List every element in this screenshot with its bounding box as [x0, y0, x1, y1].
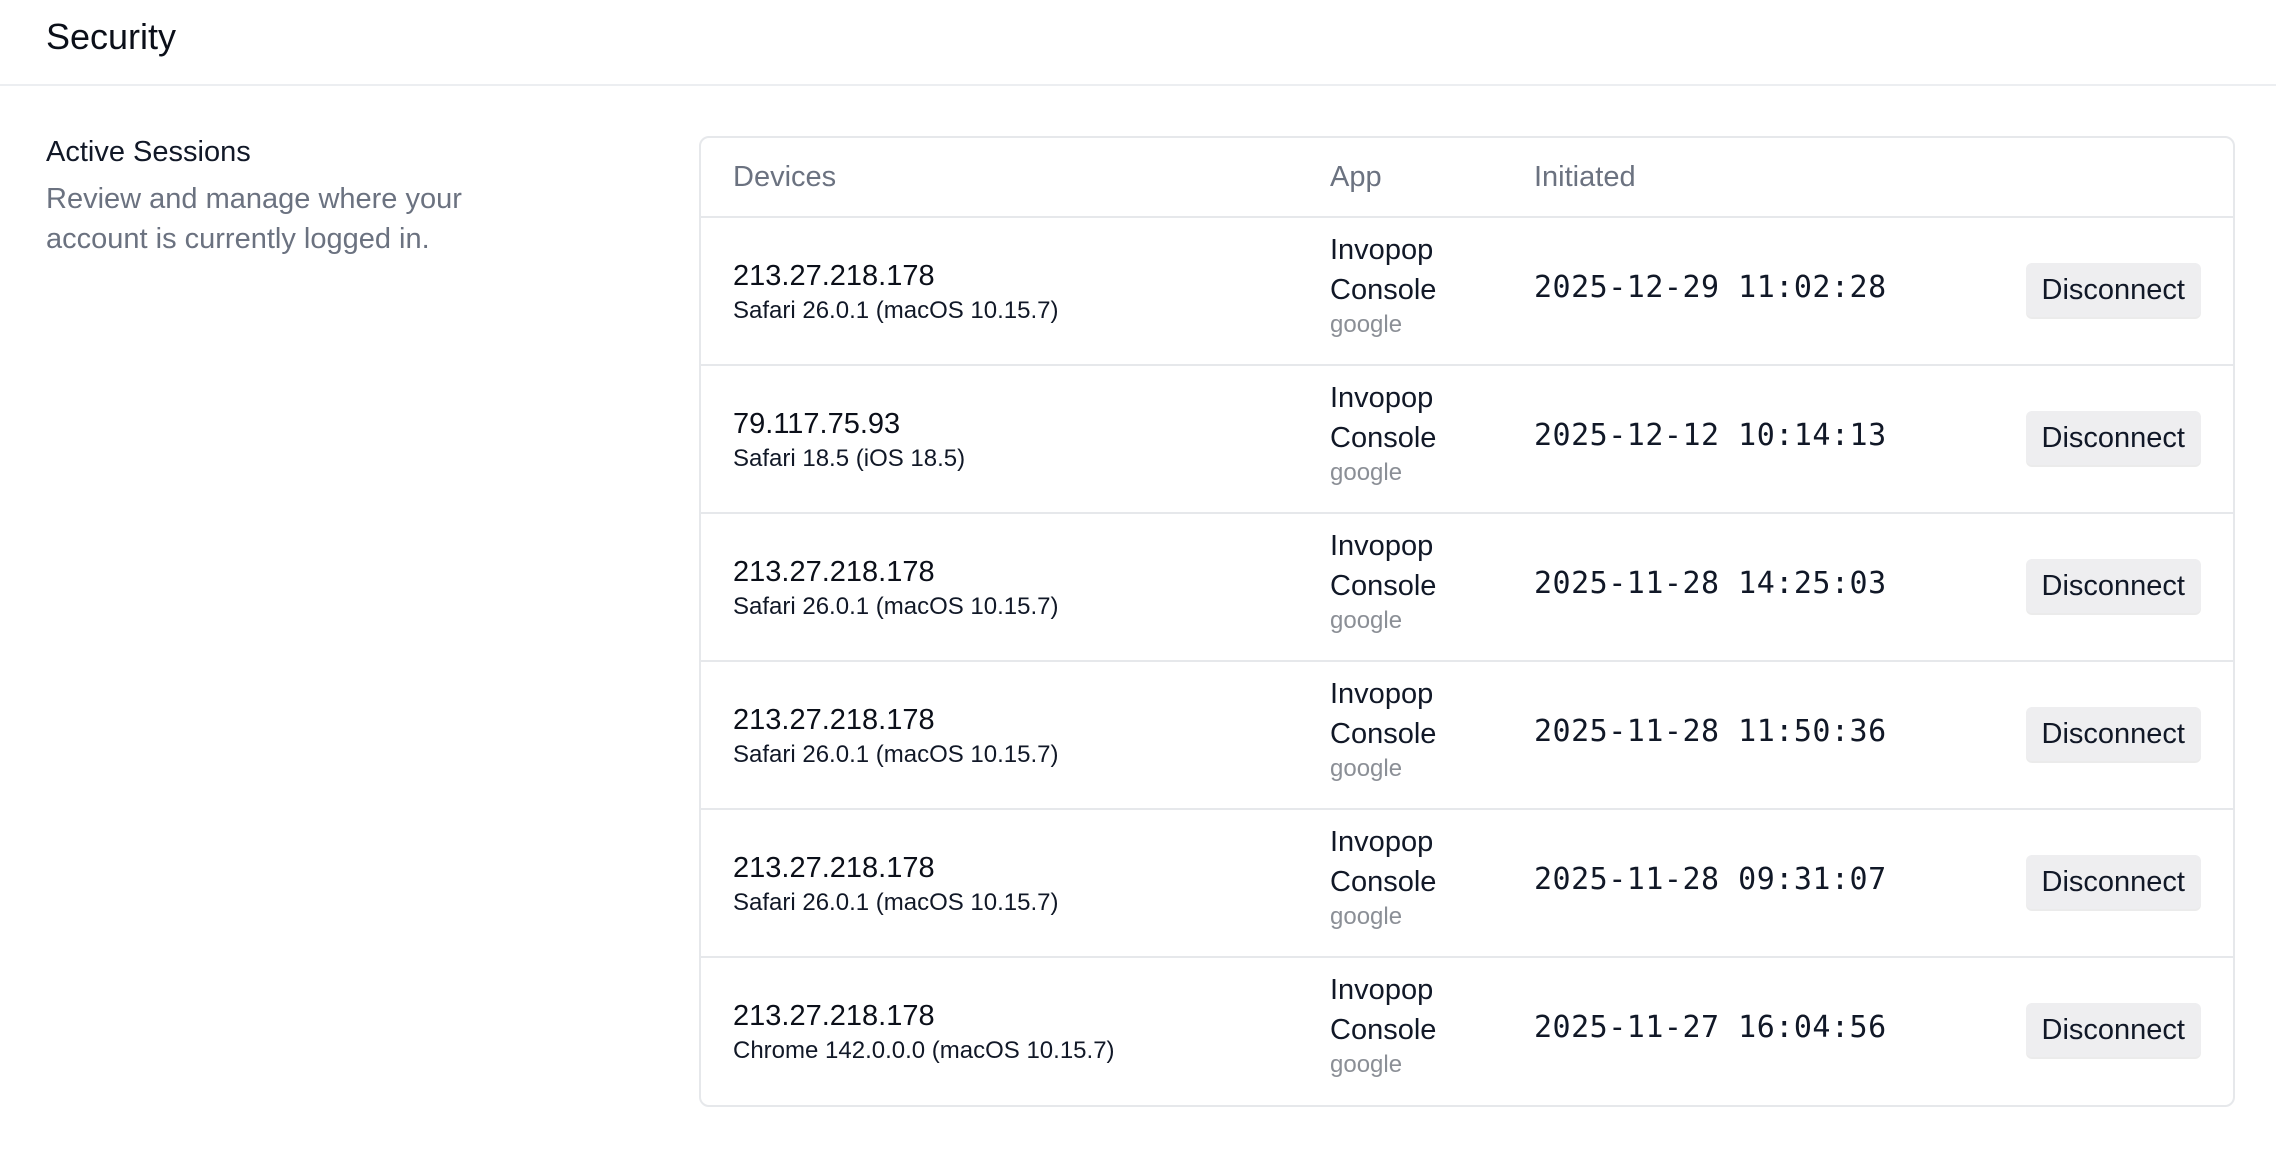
sessions-table: Devices App Initiated 213.27.218.178 Saf… — [699, 136, 2235, 1107]
app-name: Invopop Console — [1330, 974, 1437, 1046]
app-provider: google — [1330, 1051, 1403, 1078]
disconnect-button[interactable]: Disconnect — [2025, 1003, 2201, 1057]
app-provider: google — [1330, 607, 1403, 634]
device-browser: Safari 26.0.1 (macOS 10.15.7) — [733, 593, 1059, 620]
disconnect-button[interactable]: Disconnect — [2025, 855, 2201, 909]
table-row: 213.27.218.178 Safari 26.0.1 (macOS 10.1… — [701, 810, 2233, 958]
disconnect-button[interactable]: Disconnect — [2025, 707, 2201, 761]
app-cell: Invopop Console google — [1330, 526, 1490, 636]
section-info: Active Sessions Review and manage where … — [46, 136, 566, 259]
device-ip: 213.27.218.178 — [733, 556, 935, 588]
device-browser: Chrome 142.0.0.0 (macOS 10.15.7) — [733, 1037, 1115, 1064]
page-title: Security — [46, 16, 177, 57]
table-header: Devices App Initiated — [701, 138, 2233, 218]
device-ip: 213.27.218.178 — [733, 852, 935, 884]
app-cell: Invopop Console google — [1330, 674, 1490, 784]
device-cell: 213.27.218.178 Safari 26.0.1 (macOS 10.1… — [733, 702, 1059, 772]
device-cell: 213.27.218.178 Safari 26.0.1 (macOS 10.1… — [733, 258, 1059, 328]
app-name: Invopop Console — [1330, 678, 1437, 750]
device-ip: 213.27.218.178 — [733, 260, 935, 292]
app-cell: Invopop Console google — [1330, 230, 1490, 340]
table-row: 79.117.75.93 Safari 18.5 (iOS 18.5) Invo… — [701, 366, 2233, 514]
device-browser: Safari 18.5 (iOS 18.5) — [733, 445, 966, 472]
initiated-timestamp: 2025-11-28 09:31:07 — [1534, 862, 1887, 897]
app-cell: Invopop Console google — [1330, 822, 1490, 932]
disconnect-button[interactable]: Disconnect — [2025, 559, 2201, 613]
column-header-initiated: Initiated — [1534, 160, 1636, 193]
initiated-timestamp: 2025-11-27 16:04:56 — [1534, 1010, 1887, 1045]
device-ip: 79.117.75.93 — [733, 408, 901, 440]
app-cell: Invopop Console google — [1330, 378, 1490, 488]
table-row: 213.27.218.178 Safari 26.0.1 (macOS 10.1… — [701, 514, 2233, 662]
device-ip: 213.27.218.178 — [733, 1000, 935, 1032]
app-provider: google — [1330, 903, 1403, 930]
disconnect-button[interactable]: Disconnect — [2025, 263, 2201, 317]
app-provider: google — [1330, 755, 1403, 782]
table-row: 213.27.218.178 Chrome 142.0.0.0 (macOS 1… — [701, 958, 2233, 1105]
device-cell: 213.27.218.178 Safari 26.0.1 (macOS 10.1… — [733, 850, 1059, 920]
table-row: 213.27.218.178 Safari 26.0.1 (macOS 10.1… — [701, 218, 2233, 366]
app-cell: Invopop Console google — [1330, 970, 1490, 1080]
page-header: Security — [0, 0, 2276, 86]
column-header-devices: Devices — [733, 160, 837, 193]
section-heading: Active Sessions — [46, 136, 251, 168]
column-header-app: App — [1330, 160, 1382, 193]
disconnect-button[interactable]: Disconnect — [2025, 411, 2201, 465]
device-browser: Safari 26.0.1 (macOS 10.15.7) — [733, 889, 1059, 916]
device-browser: Safari 26.0.1 (macOS 10.15.7) — [733, 741, 1059, 768]
initiated-timestamp: 2025-11-28 14:25:03 — [1534, 566, 1887, 601]
device-cell: 213.27.218.178 Chrome 142.0.0.0 (macOS 1… — [733, 998, 1115, 1068]
app-name: Invopop Console — [1330, 382, 1437, 454]
initiated-timestamp: 2025-12-29 11:02:28 — [1534, 270, 1887, 305]
table-row: 213.27.218.178 Safari 26.0.1 (macOS 10.1… — [701, 662, 2233, 810]
device-ip: 213.27.218.178 — [733, 704, 935, 736]
app-name: Invopop Console — [1330, 530, 1437, 602]
device-browser: Safari 26.0.1 (macOS 10.15.7) — [733, 297, 1059, 324]
section-description: Review and manage where your account is … — [46, 183, 462, 255]
app-provider: google — [1330, 311, 1403, 338]
app-name: Invopop Console — [1330, 826, 1437, 898]
app-provider: google — [1330, 459, 1403, 486]
device-cell: 79.117.75.93 Safari 18.5 (iOS 18.5) — [733, 406, 965, 476]
app-name: Invopop Console — [1330, 234, 1437, 306]
initiated-timestamp: 2025-11-28 11:50:36 — [1534, 714, 1887, 749]
initiated-timestamp: 2025-12-12 10:14:13 — [1534, 418, 1887, 453]
main-content: Active Sessions Review and manage where … — [0, 86, 2276, 1156]
device-cell: 213.27.218.178 Safari 26.0.1 (macOS 10.1… — [733, 554, 1059, 624]
